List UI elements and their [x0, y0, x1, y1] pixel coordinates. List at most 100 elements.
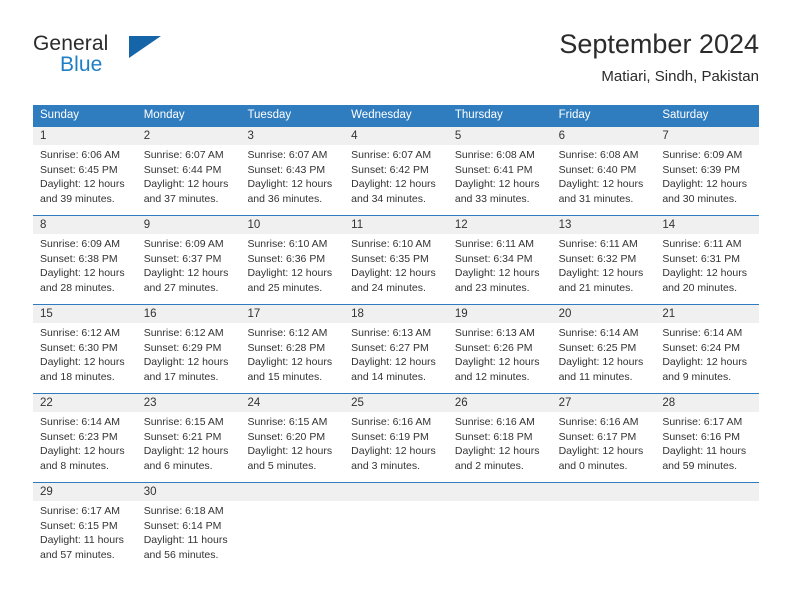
day-cell[interactable]: 3 Sunrise: 6:07 AM Sunset: 6:43 PM Daylight…: [240, 127, 344, 215]
day-cell[interactable]: 12 Sunrise: 6:11 AM Sunset: 6:34 PM Dayligh…: [448, 216, 552, 304]
day-sun-info: Sunrise: 6:13 AM Sunset: 6:26 PM Daylight:…: [455, 323, 545, 384]
day-sunrise-text: Sunrise: 6:07 AM: [247, 149, 328, 161]
day-sunset-text: Sunset: 6:39 PM: [662, 163, 740, 176]
day-daylight2-text: and 5 minutes.: [247, 459, 317, 472]
day-cell[interactable]: 17 Sunrise: 6:12 AM Sunset: 6:28 PM Dayligh…: [240, 305, 344, 393]
day-cell[interactable]: 18 Sunrise: 6:13 AM Sunset: 6:27 PM Dayligh…: [344, 305, 448, 393]
day-cell[interactable]: 23 Sunrise: 6:15 AM Sunset: 6:21 PM Dayligh…: [137, 394, 241, 482]
title-block: September 2024 Matiari, Sindh, Pakistan: [559, 28, 759, 88]
day-sun-info: Sunrise: 6:08 AM Sunset: 6:40 PM Daylight:…: [559, 145, 649, 206]
day-sunrise-text: Sunrise: 6:08 AM: [454, 149, 535, 161]
week-cells: 15 Sunrise: 6:12 AM Sunset: 6:30 PM Dayligh…: [33, 305, 759, 393]
day-sun-info: Sunrise: 6:17 AM Sunset: 6:15 PM Daylight:…: [40, 501, 130, 562]
day-cell[interactable]: 13 Sunrise: 6:11 AM Sunset: 6:32 PM Dayligh…: [552, 216, 656, 304]
day-daylight1-text: Daylight: 11 hours: [143, 534, 228, 547]
week-cells: 22 Sunrise: 6:14 AM Sunset: 6:23 PM Dayligh…: [33, 394, 759, 482]
day-daylight2-text: and 37 minutes.: [143, 192, 219, 205]
day-sunrise-text: Sunrise: 6:07 AM: [143, 149, 224, 161]
day-cell[interactable]: 4 Sunrise: 6:07 AM Sunset: 6:42 PM Daylight…: [344, 127, 448, 215]
day-cell[interactable]: 24 Sunrise: 6:15 AM Sunset: 6:20 PM Dayligh…: [240, 394, 344, 482]
day-cell[interactable]: 29 Sunrise: 6:17 AM Sunset: 6:15 PM Dayligh…: [33, 483, 137, 571]
week-cells: 8 Sunrise: 6:09 AM Sunset: 6:38 PM Daylight…: [33, 216, 759, 304]
day-daylight2-text: and 11 minutes.: [558, 370, 633, 383]
day-cell-empty: [240, 483, 344, 571]
day-cell[interactable]: 7 Sunrise: 6:09 AM Sunset: 6:39 PM Daylight…: [655, 127, 759, 215]
day-daylight1-text: Daylight: 12 hours: [662, 178, 747, 191]
day-sun-info: Sunrise: 6:10 AM Sunset: 6:36 PM Daylight:…: [247, 234, 337, 295]
day-daylight1-text: Daylight: 12 hours: [454, 178, 540, 191]
day-sunrise-text: Sunrise: 6:12 AM: [143, 327, 224, 339]
day-sun-info: Sunrise: 6:12 AM Sunset: 6:30 PM Daylight:…: [40, 323, 130, 384]
calendar-week-row: 29 Sunrise: 6:17 AM Sunset: 6:15 PM Dayligh…: [33, 482, 759, 571]
day-sun-info: Sunrise: 6:16 AM Sunset: 6:18 PM Daylight:…: [455, 412, 545, 473]
day-number: 14: [662, 219, 676, 231]
day-sun-info: Sunrise: 6:09 AM Sunset: 6:37 PM Daylight:…: [144, 234, 234, 295]
day-sun-info: Sunrise: 6:18 AM Sunset: 6:14 PM Daylight:…: [144, 501, 234, 562]
day-cell[interactable]: 15 Sunrise: 6:12 AM Sunset: 6:30 PM Dayligh…: [33, 305, 137, 393]
day-daylight2-text: and 12 minutes.: [454, 370, 530, 383]
day-number: 9: [143, 219, 151, 231]
day-sunset-text: Sunset: 6:43 PM: [247, 163, 326, 176]
day-sunset-text: Sunset: 6:45 PM: [40, 163, 118, 176]
day-daylight2-text: and 31 minutes.: [558, 192, 634, 205]
weekday-header-sunday: Sunday: [40, 109, 80, 121]
day-cell[interactable]: 14 Sunrise: 6:11 AM Sunset: 6:31 PM Dayligh…: [655, 216, 759, 304]
day-cell[interactable]: 25 Sunrise: 6:16 AM Sunset: 6:19 PM Dayligh…: [344, 394, 448, 482]
day-cell[interactable]: 10 Sunrise: 6:10 AM Sunset: 6:36 PM Dayligh…: [240, 216, 344, 304]
day-daylight1-text: Daylight: 12 hours: [143, 445, 229, 458]
day-daylight1-text: Daylight: 12 hours: [143, 356, 229, 369]
day-daylight1-text: Daylight: 12 hours: [662, 356, 747, 369]
day-daylight2-text: and 18 minutes.: [40, 370, 115, 383]
day-sun-info: Sunrise: 6:15 AM Sunset: 6:20 PM Daylight:…: [247, 412, 337, 473]
calendar-week-row: 22 Sunrise: 6:14 AM Sunset: 6:23 PM Dayligh…: [33, 393, 759, 482]
day-cell[interactable]: 28 Sunrise: 6:17 AM Sunset: 6:16 PM Dayligh…: [655, 394, 759, 482]
day-daylight2-text: and 28 minutes.: [40, 281, 115, 294]
day-cell[interactable]: 21 Sunrise: 6:14 AM Sunset: 6:24 PM Dayligh…: [655, 305, 759, 393]
day-daylight1-text: Daylight: 12 hours: [351, 267, 436, 280]
day-daylight2-text: and 3 minutes.: [351, 459, 421, 472]
day-sun-info: Sunrise: 6:07 AM Sunset: 6:43 PM Daylight:…: [247, 145, 337, 206]
day-sunset-text: Sunset: 6:19 PM: [351, 430, 429, 443]
day-cell[interactable]: 19 Sunrise: 6:13 AM Sunset: 6:26 PM Dayligh…: [448, 305, 552, 393]
day-sunset-text: Sunset: 6:17 PM: [558, 430, 637, 443]
day-cell[interactable]: 5 Sunrise: 6:08 AM Sunset: 6:41 PM Daylight…: [448, 127, 552, 215]
day-daylight2-text: and 33 minutes.: [454, 192, 530, 205]
day-cell[interactable]: 11 Sunrise: 6:10 AM Sunset: 6:35 PM Dayligh…: [344, 216, 448, 304]
day-sunrise-text: Sunrise: 6:11 AM: [662, 238, 742, 250]
day-number: 18: [351, 308, 364, 320]
day-sunrise-text: Sunrise: 6:13 AM: [351, 327, 432, 339]
day-sun-info: Sunrise: 6:09 AM Sunset: 6:39 PM Daylight:…: [662, 145, 752, 206]
day-cell[interactable]: 9 Sunrise: 6:09 AM Sunset: 6:37 PM Daylight…: [137, 216, 241, 304]
day-cell[interactable]: 1 Sunrise: 6:06 AM Sunset: 6:45 PM Daylight…: [33, 127, 137, 215]
day-number: 30: [143, 486, 157, 498]
day-cell[interactable]: 30 Sunrise: 6:18 AM Sunset: 6:14 PM Dayligh…: [137, 483, 241, 571]
day-cell[interactable]: 8 Sunrise: 6:09 AM Sunset: 6:38 PM Daylight…: [33, 216, 137, 304]
day-cell[interactable]: 6 Sunrise: 6:08 AM Sunset: 6:40 PM Daylight…: [552, 127, 656, 215]
day-sunset-text: Sunset: 6:36 PM: [247, 252, 326, 265]
day-sunset-text: Sunset: 6:15 PM: [40, 519, 118, 532]
day-cell[interactable]: 27 Sunrise: 6:16 AM Sunset: 6:17 PM Dayligh…: [552, 394, 656, 482]
day-daylight2-text: and 24 minutes.: [351, 281, 426, 294]
day-sunset-text: Sunset: 6:34 PM: [454, 252, 533, 265]
day-daylight2-text: and 0 minutes.: [558, 459, 628, 472]
day-cell[interactable]: 22 Sunrise: 6:14 AM Sunset: 6:23 PM Dayligh…: [33, 394, 137, 482]
day-sunset-text: Sunset: 6:30 PM: [40, 341, 118, 354]
day-cell[interactable]: 2 Sunrise: 6:07 AM Sunset: 6:44 PM Daylight…: [137, 127, 241, 215]
day-daylight1-text: Daylight: 12 hours: [40, 267, 125, 280]
day-daylight2-text: and 21 minutes.: [558, 281, 634, 294]
day-cell[interactable]: 26 Sunrise: 6:16 AM Sunset: 6:18 PM Dayligh…: [448, 394, 552, 482]
generalblue-logo[interactable]: General Blue: [33, 32, 233, 88]
day-cell[interactable]: 20 Sunrise: 6:14 AM Sunset: 6:25 PM Dayligh…: [552, 305, 656, 393]
day-sun-info: Sunrise: 6:14 AM Sunset: 6:24 PM Daylight:…: [662, 323, 752, 384]
day-daylight2-text: and 30 minutes.: [662, 192, 738, 205]
day-daylight1-text: Daylight: 12 hours: [351, 356, 436, 369]
day-cell[interactable]: 16 Sunrise: 6:12 AM Sunset: 6:29 PM Dayligh…: [137, 305, 241, 393]
day-cell-empty: [448, 483, 552, 571]
day-sun-info: Sunrise: 6:12 AM Sunset: 6:29 PM Daylight:…: [144, 323, 234, 384]
day-daylight1-text: Daylight: 11 hours: [40, 534, 124, 547]
day-sunrise-text: Sunrise: 6:15 AM: [247, 416, 328, 428]
weekday-header-monday: Monday: [143, 109, 185, 121]
day-sunrise-text: Sunrise: 6:11 AM: [558, 238, 638, 250]
day-sunrise-text: Sunrise: 6:11 AM: [454, 238, 535, 250]
weekday-header-thursday: Thursday: [454, 109, 503, 121]
